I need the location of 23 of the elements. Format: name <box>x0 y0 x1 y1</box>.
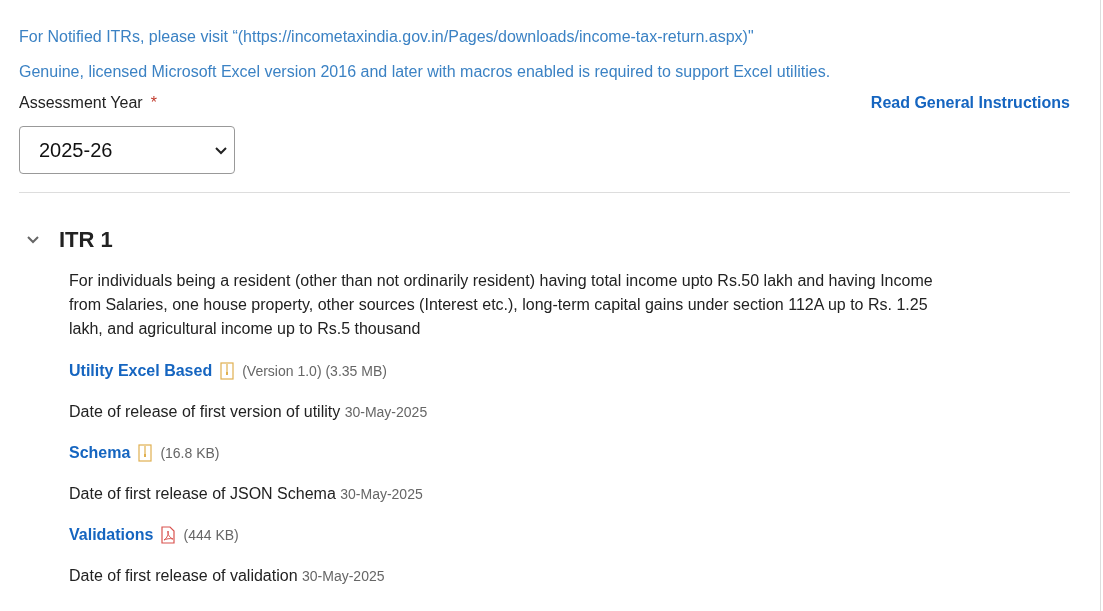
release-date: 30-May-2025 <box>302 568 385 584</box>
zip-file-icon <box>138 444 153 462</box>
field-label: Assessment Year * <box>19 94 157 112</box>
pdf-file-icon <box>161 526 176 544</box>
file-info: (Version 1.0) (3.35 MB) <box>242 362 387 381</box>
notice-text: Genuine, licensed Microsoft Excel version 2016 and later with macros enabled is required to support Excel utilities. <box>19 62 832 82</box>
year-dropdown[interactable]: 2025-26 <box>19 126 235 174</box>
release-label: Date of release of first version of utility <box>69 403 341 420</box>
release-date: 30-May-2025 <box>340 486 423 502</box>
download-link[interactable]: Utility Excel Based <box>69 361 213 381</box>
file-info: (444 KB) <box>183 526 239 545</box>
release-label: Date of first release of validation <box>69 567 298 584</box>
file-info: (16.8 KB) <box>160 444 220 463</box>
download-link[interactable]: Schema <box>69 443 131 463</box>
chevron-down-icon <box>214 145 228 155</box>
release-date: 30-May-2025 <box>344 404 428 420</box>
notice-text: For Notified ITRs, please visit “(https://incometaxindia.gov.in/Pages/downloads/income-tax-return.aspx)" <box>19 27 755 47</box>
section-title: ITR 1 <box>59 227 113 253</box>
zip-file-icon <box>220 362 235 380</box>
description-text: For individuals being a resident (other than not ordinarily resident) having total income upto Rs.50 lakh and having Income from Salaries, one house property, other sources (Interest etc.), long-term capital gains under section 112A up to Rs. 1.25 lakh, and agricultural income up to Rs.5 thousand <box>69 271 934 339</box>
instructions-link[interactable]: Read General Instructions <box>870 94 1070 112</box>
release-label: Date of first release of JSON Schema <box>69 485 336 502</box>
download-link[interactable]: Validations <box>69 525 154 545</box>
